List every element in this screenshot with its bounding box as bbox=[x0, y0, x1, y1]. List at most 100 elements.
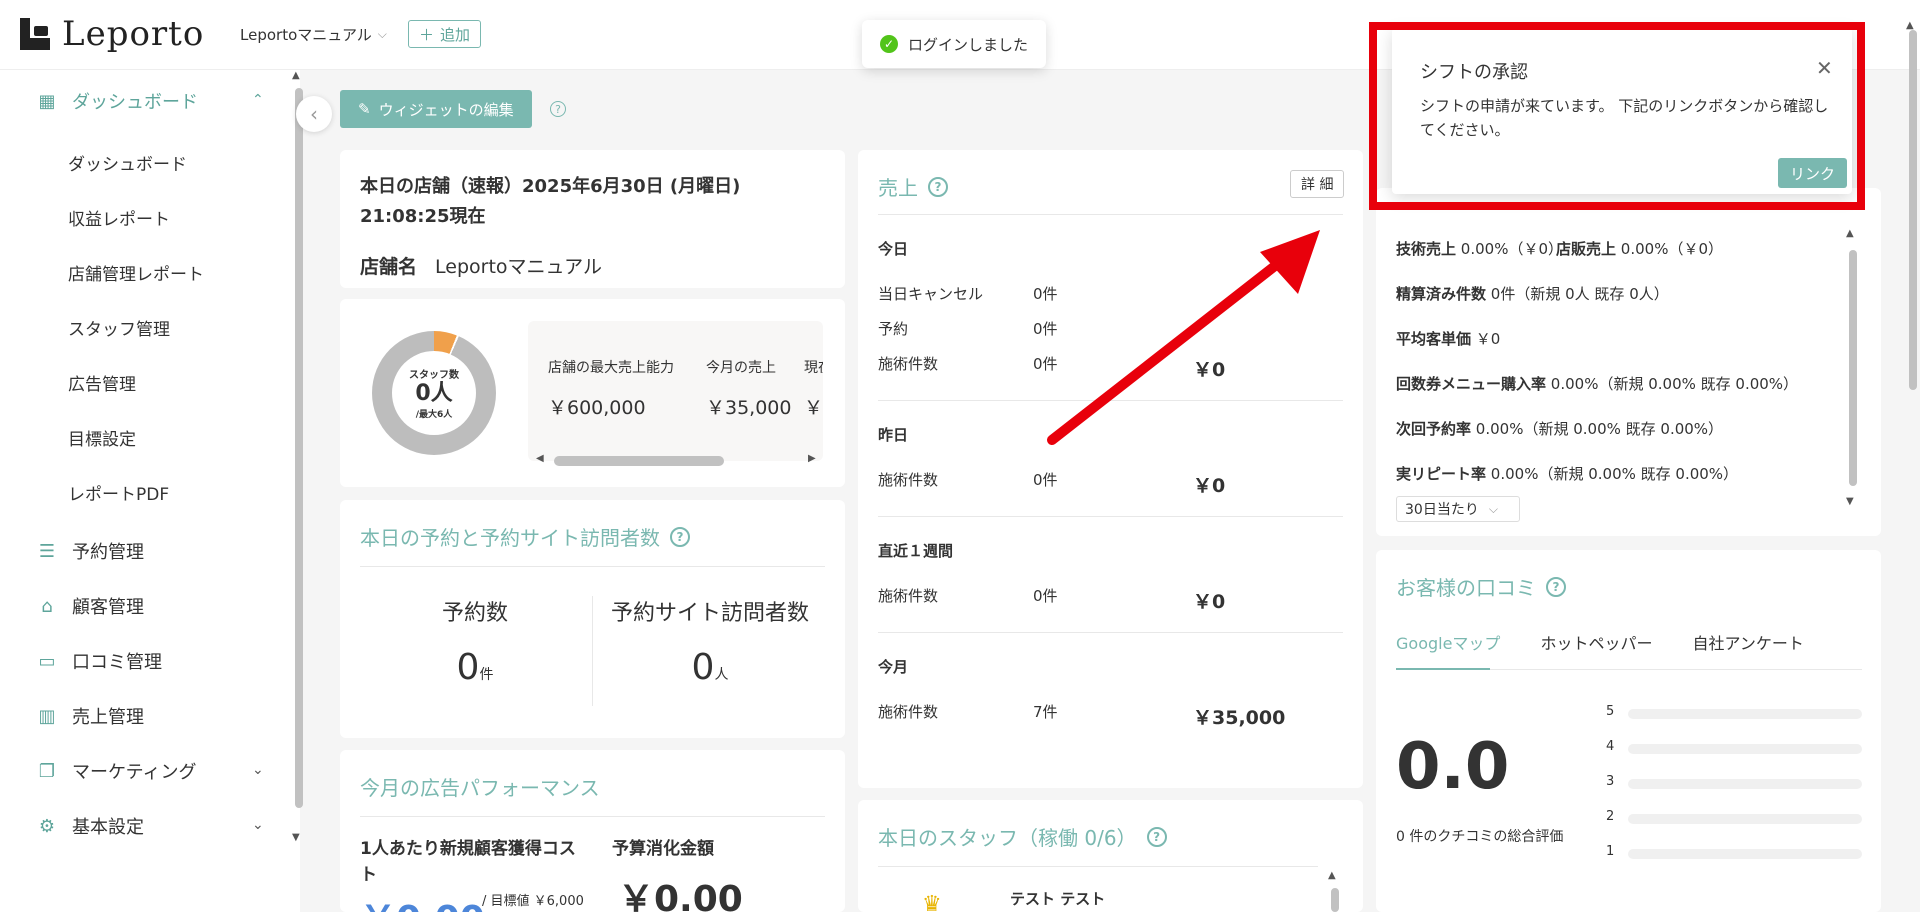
stats-panel: 技術売上 0.00%（￥0） 店販売上 0.00%（￥0） 精算済み件数 0件（… bbox=[1376, 188, 1881, 536]
scroll-left-icon[interactable]: ◀ bbox=[536, 453, 544, 464]
store-heading-date: 本日の店舗（速報）2025年6月30日 (月曜日) bbox=[360, 176, 741, 197]
sidebar-item-reviews[interactable]: ▭ 口コミ管理 bbox=[36, 648, 162, 674]
sidebar-subitem-dashboard[interactable]: ダッシュボード bbox=[68, 150, 187, 175]
help-icon[interactable]: ? bbox=[670, 526, 690, 547]
divider bbox=[878, 516, 1343, 517]
sidebar-scroll-thumb[interactable] bbox=[295, 88, 303, 808]
yesterday-treat-label: 施術件数 bbox=[878, 471, 939, 489]
hscroll-thumb[interactable] bbox=[554, 456, 724, 466]
store-name-label: 店舗名 bbox=[360, 256, 418, 278]
sidebar-subitem-store-report[interactable]: 店舗管理レポート bbox=[68, 260, 204, 285]
chevron-down-icon: ⌵ bbox=[377, 27, 387, 41]
repeat-rate-label: 実リピート率 bbox=[1396, 465, 1487, 483]
booking-title-text: 本日の予約と予約サイト訪問者数 bbox=[360, 526, 660, 550]
add-button-label: 追加 bbox=[440, 25, 471, 44]
period-select[interactable]: 30日当たり ⌵ bbox=[1396, 496, 1520, 522]
tab-survey[interactable]: 自社アンケート bbox=[1692, 630, 1803, 654]
sales-detail-button[interactable]: 詳 細 bbox=[1290, 170, 1345, 198]
metric-value: ￥600,000 bbox=[548, 397, 646, 419]
settled-label: 精算済み件数 bbox=[1396, 285, 1487, 303]
sidebar-subitem-report-pdf[interactable]: レポートPDF bbox=[68, 480, 169, 505]
retail-sales-label: 店販売上 bbox=[1556, 240, 1617, 258]
visitors-count: 予約サイト訪問者数 0人 bbox=[593, 595, 827, 688]
chevron-down-icon[interactable]: ⌄ bbox=[252, 817, 264, 833]
divider bbox=[360, 566, 825, 567]
sidebar-collapse-button[interactable]: ‹ bbox=[296, 96, 332, 132]
budget-value: ￥0.00 bbox=[618, 879, 743, 912]
store-name: 店舗名 Leportoマニュアル bbox=[360, 252, 602, 279]
retail-sales-value: 0.00%（￥0） bbox=[1620, 240, 1723, 258]
stats-scroll-thumb[interactable] bbox=[1849, 250, 1857, 486]
metric-value: ￥ bbox=[804, 397, 823, 419]
sidebar-subitem-staff[interactable]: スタッフ管理 bbox=[68, 315, 170, 340]
review-tabs: Googleマップ ホットペッパー 自社アンケート bbox=[1396, 630, 1804, 654]
coupon-rate: 回数券メニュー購入率 0.00%（新規 0.00% 既存 0.00%） bbox=[1396, 373, 1798, 394]
scroll-up-icon[interactable]: ▲ bbox=[1328, 870, 1336, 881]
sidebar-scrollbar[interactable]: ▲ ▼ bbox=[292, 70, 306, 846]
help-icon[interactable]: ? bbox=[1546, 576, 1566, 597]
star-bar bbox=[1628, 849, 1862, 859]
next-booking-label: 次回予約率 bbox=[1396, 420, 1472, 438]
sidebar-item-label: マーケティング bbox=[72, 762, 197, 783]
star-bar bbox=[1628, 814, 1862, 824]
sidebar-subitem-goals[interactable]: 目標設定 bbox=[68, 425, 136, 450]
pencil-icon: ✎ bbox=[358, 100, 371, 118]
arrow-shaft bbox=[1047, 257, 1285, 445]
help-icon[interactable]: ? bbox=[928, 176, 948, 197]
stats-scrollbar[interactable]: ▲ ▼ bbox=[1846, 228, 1860, 508]
star-level-label: 5 bbox=[1606, 704, 1615, 719]
repeat-rate: 実リピート率 0.00%（新規 0.00% 既存 0.00%） bbox=[1396, 463, 1738, 484]
donut-center: スタッフ数 0人 /最大6人 bbox=[392, 351, 476, 435]
chevron-down-icon[interactable]: ⌄ bbox=[252, 762, 264, 778]
star-bar bbox=[1628, 744, 1862, 754]
page-scroll-thumb[interactable] bbox=[1909, 30, 1917, 390]
bar-chart-icon: ▥ bbox=[38, 705, 56, 727]
store-select[interactable]: Leportoマニュアル ⌵ bbox=[240, 24, 387, 45]
scroll-right-icon[interactable]: ▶ bbox=[808, 453, 816, 464]
dashboard-icon: ▦ bbox=[38, 90, 56, 112]
rating-subtitle: 0 件のクチコミの総合評価 bbox=[1396, 829, 1564, 845]
sidebar-item-reservations[interactable]: ☰ 予約管理 bbox=[36, 538, 144, 564]
star-level-label: 4 bbox=[1606, 739, 1615, 754]
visitors-number: 0 bbox=[691, 647, 715, 688]
edit-widget-button[interactable]: ✎ ウィジェットの編集 bbox=[340, 90, 532, 128]
scroll-up-icon[interactable]: ▲ bbox=[292, 70, 300, 81]
sidebar-subitem-revenue-report[interactable]: 収益レポート bbox=[68, 205, 170, 230]
tab-google-maps[interactable]: Googleマップ bbox=[1396, 630, 1500, 654]
scroll-up-icon[interactable]: ▲ bbox=[1846, 228, 1854, 239]
donut-label: スタッフ数 bbox=[409, 370, 459, 381]
cpa-target: / 目標値 ￥6,000 bbox=[482, 894, 584, 909]
scroll-down-icon[interactable]: ▼ bbox=[1846, 496, 1854, 507]
sidebar-item-settings[interactable]: ⚙ 基本設定 bbox=[36, 813, 144, 839]
sidebar-item-sales[interactable]: ▥ 売上管理 bbox=[36, 703, 144, 729]
capacity-card: スタッフ数 0人 /最大6人 店舗の最大売上能力 ￥600,000 今月の売上 … bbox=[340, 299, 845, 487]
tab-hotpepper[interactable]: ホットペッパー bbox=[1540, 630, 1652, 654]
donut-value: 0人 bbox=[415, 381, 453, 406]
logo[interactable]: Leporto bbox=[20, 14, 204, 54]
bookings-unit: 件 bbox=[479, 667, 494, 683]
sidebar-item-marketing[interactable]: ❐ マーケティング bbox=[36, 758, 197, 784]
staff-scroll-thumb[interactable] bbox=[1331, 888, 1339, 912]
reviews-title-text: お客様の口コミ bbox=[1396, 576, 1536, 600]
divider bbox=[360, 816, 825, 817]
sidebar-item-dashboard[interactable]: ▦ ダッシュボード bbox=[36, 88, 198, 114]
today-treat-label: 施術件数 bbox=[878, 355, 939, 373]
coupon-rate-label: 回数券メニュー購入率 bbox=[1396, 375, 1547, 393]
page-scrollbar[interactable]: ▲ bbox=[1906, 20, 1920, 912]
avg-price: 平均客単価 ￥0 bbox=[1396, 328, 1500, 349]
edit-widget-label: ウィジェットの編集 bbox=[378, 100, 514, 119]
sidebar-item-customers[interactable]: ⌂ 顧客管理 bbox=[36, 593, 144, 619]
star-level-label: 2 bbox=[1606, 809, 1615, 824]
help-icon[interactable]: ? bbox=[1146, 826, 1167, 847]
scroll-down-icon[interactable]: ▼ bbox=[292, 832, 300, 843]
bookings-number: 0 bbox=[456, 647, 480, 688]
sidebar: ▦ ダッシュボード ⌃ ダッシュボード 収益レポート 店舗管理レポート スタッフ… bbox=[0, 70, 303, 912]
sidebar-subitem-ads[interactable]: 広告管理 bbox=[68, 370, 136, 395]
month-treat-label: 施術件数 bbox=[878, 703, 939, 721]
chevron-up-icon[interactable]: ⌃ bbox=[252, 92, 264, 108]
bookings-value: 0件 bbox=[358, 647, 592, 688]
help-icon[interactable]: ? bbox=[550, 101, 566, 117]
metrics-hscrollbar[interactable]: ◀ ▶ bbox=[536, 453, 821, 467]
add-button[interactable]: ＋ 追加 bbox=[408, 20, 482, 48]
booking-card: 本日の予約と予約サイト訪問者数 ? 予約数 0件 予約サイト訪問者数 0人 bbox=[340, 500, 845, 738]
